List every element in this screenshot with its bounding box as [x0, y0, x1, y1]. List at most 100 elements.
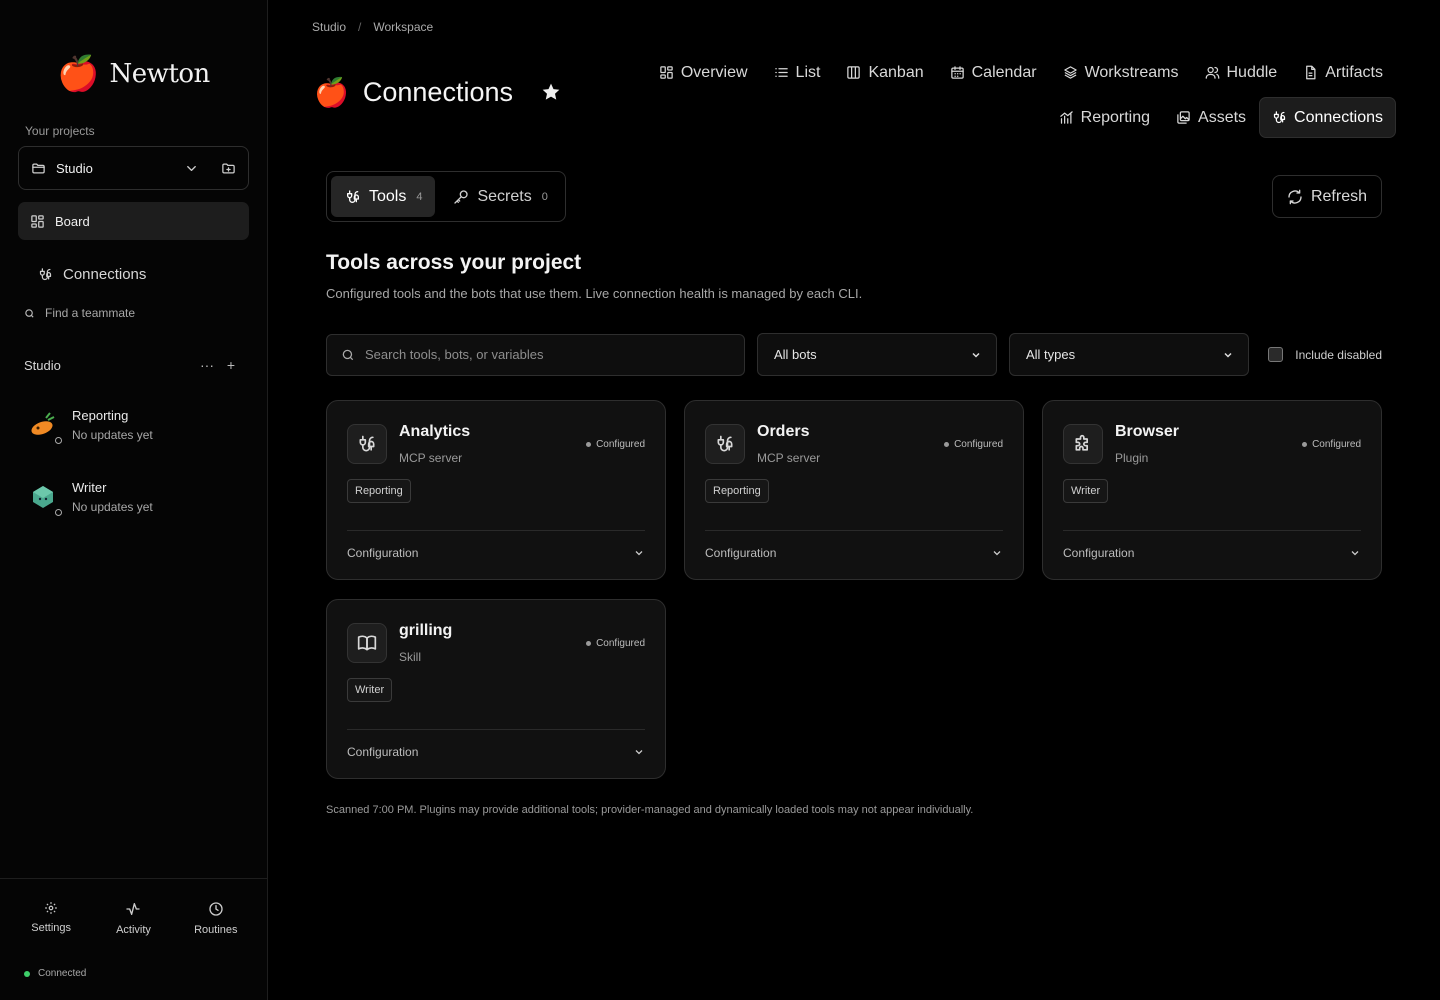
- breadcrumb-current[interactable]: Workspace: [373, 20, 433, 34]
- configuration-label: Configuration: [705, 546, 777, 560]
- star-icon[interactable]: [541, 82, 561, 102]
- apple-icon: 🍎: [314, 76, 349, 108]
- tab-label: Overview: [680, 63, 748, 81]
- bot-status: No updates yet: [72, 428, 153, 442]
- status-dot: [1302, 442, 1308, 447]
- section-title: Studio: [24, 357, 61, 373]
- tool-name: Orders: [757, 423, 810, 440]
- section-header: Studio ··· +: [24, 356, 243, 374]
- chevron-down-icon: [635, 750, 643, 755]
- tool-card-orders[interactable]: Orders MCP server Configured Reporting C…: [684, 400, 1024, 580]
- find-teammate-label: Find a teammate: [45, 306, 136, 320]
- breadcrumb-root[interactable]: Studio: [312, 20, 346, 34]
- avatar: [28, 410, 62, 444]
- tab-kanban[interactable]: Kanban: [833, 52, 936, 93]
- tab-list[interactable]: List: [761, 52, 834, 93]
- images-icon: [1177, 111, 1190, 124]
- tab-assets[interactable]: Assets: [1163, 97, 1259, 138]
- tab-workstreams[interactable]: Workstreams: [1050, 52, 1192, 93]
- tab-huddle[interactable]: Huddle: [1192, 52, 1291, 93]
- breadcrumb: Studio / Workspace: [312, 20, 433, 34]
- users-icon: [1205, 66, 1219, 79]
- activity-button[interactable]: Activity: [98, 901, 168, 936]
- tools-tab-label: Tools: [369, 187, 407, 205]
- settings-button[interactable]: Settings: [16, 901, 86, 936]
- more-options-button[interactable]: ···: [195, 357, 219, 373]
- settings-label: Settings: [31, 922, 72, 934]
- chevron-down-icon: [972, 352, 980, 358]
- grid-icon: [660, 66, 673, 79]
- configuration-toggle[interactable]: Configuration: [1063, 530, 1361, 575]
- secrets-tab[interactable]: Secrets 0: [439, 176, 560, 217]
- configuration-toggle[interactable]: Configuration: [705, 530, 1003, 575]
- tab-connections[interactable]: Connections: [1259, 97, 1396, 138]
- chart-icon: [1059, 111, 1073, 124]
- avatar: [28, 482, 62, 516]
- status-label: Configured: [954, 439, 1003, 450]
- status-badge: Configured: [586, 638, 645, 649]
- find-teammate[interactable]: Find a teammate: [24, 304, 267, 322]
- configuration-toggle[interactable]: Configuration: [347, 530, 645, 575]
- tab-label: Workstreams: [1084, 63, 1179, 81]
- apple-logo-icon: 🍎: [57, 55, 100, 93]
- configuration-toggle[interactable]: Configuration: [347, 729, 645, 774]
- bots-filter-select[interactable]: All bots: [757, 333, 997, 376]
- include-disabled-checkbox[interactable]: [1268, 347, 1284, 362]
- clock-icon: [209, 902, 223, 916]
- secrets-count: 0: [541, 190, 548, 203]
- section-description: Configured tools and the bots that use t…: [326, 286, 863, 301]
- writer-bot-avatar-icon: [33, 486, 53, 508]
- sidebar-item-connections[interactable]: Connections: [38, 262, 267, 286]
- chevron-down-icon: [1224, 352, 1232, 358]
- bot-item-writer[interactable]: Writer No updates yet: [28, 480, 267, 516]
- tab-calendar[interactable]: Calendar: [937, 52, 1050, 93]
- bot-name: Writer: [72, 480, 107, 495]
- gear-icon: [45, 902, 57, 914]
- bot-name: Reporting: [72, 408, 129, 423]
- add-bot-button[interactable]: +: [219, 357, 243, 373]
- tab-label: Connections: [1294, 108, 1383, 126]
- status-badge: Configured: [586, 439, 645, 450]
- tool-card-grilling[interactable]: grilling Skill Configured Writer Configu…: [326, 599, 666, 779]
- search-icon: [25, 308, 34, 318]
- include-disabled-toggle[interactable]: Include disabled: [1268, 347, 1382, 362]
- brand-name: Newton: [109, 59, 211, 89]
- tab-overview[interactable]: Overview: [646, 52, 761, 93]
- new-folder-icon[interactable]: [221, 161, 236, 176]
- chevron-down-icon[interactable]: [184, 161, 199, 176]
- main-content: Studio / Workspace 🍎 Connections Overvie…: [268, 0, 1440, 1000]
- routines-button[interactable]: Routines: [181, 901, 251, 936]
- plug-icon: [1273, 111, 1286, 124]
- chevron-down-icon: [993, 551, 1001, 556]
- page-title: Connections: [362, 76, 513, 107]
- routines-label: Routines: [194, 924, 238, 936]
- tool-card-analytics[interactable]: Analytics MCP server Configured Reportin…: [326, 400, 666, 580]
- tool-type: Plugin: [1115, 451, 1149, 465]
- plug-icon: [39, 267, 52, 280]
- refresh-button[interactable]: Refresh: [1271, 175, 1382, 218]
- sidebar-item-board[interactable]: Board: [18, 202, 249, 240]
- view-tabs: Overview List Kanban Calendar Workstream…: [616, 52, 1396, 138]
- bot-item-reporting[interactable]: Reporting No updates yet: [28, 408, 267, 444]
- configuration-label: Configuration: [347, 546, 419, 560]
- calendar-icon: [950, 66, 964, 79]
- activity-icon: [126, 903, 141, 915]
- search-input[interactable]: Search tools, bots, or variables: [326, 333, 745, 376]
- connection-status: Connected: [24, 968, 86, 979]
- tool-type: MCP server: [399, 451, 463, 465]
- types-filter-select[interactable]: All types: [1009, 333, 1249, 376]
- tab-reporting[interactable]: Reporting: [1046, 97, 1163, 138]
- chevron-down-icon: [1351, 551, 1359, 556]
- filter-bar: Search tools, bots, or variables All bot…: [326, 333, 1382, 376]
- list-icon: [774, 68, 788, 77]
- brand[interactable]: 🍎 Newton: [0, 54, 267, 94]
- plug-icon: [347, 424, 387, 464]
- project-selector[interactable]: Studio: [18, 146, 249, 190]
- tab-artifacts[interactable]: Artifacts: [1290, 52, 1396, 93]
- tools-tab[interactable]: Tools 4: [331, 176, 436, 217]
- tool-card-browser[interactable]: Browser Plugin Configured Writer Configu…: [1042, 400, 1382, 580]
- tool-name: Analytics: [399, 423, 471, 440]
- page-header: 🍎 Connections: [314, 74, 561, 110]
- bot-tag: Writer: [1063, 479, 1109, 503]
- segment-control: Tools 4 Secrets 0: [326, 171, 566, 222]
